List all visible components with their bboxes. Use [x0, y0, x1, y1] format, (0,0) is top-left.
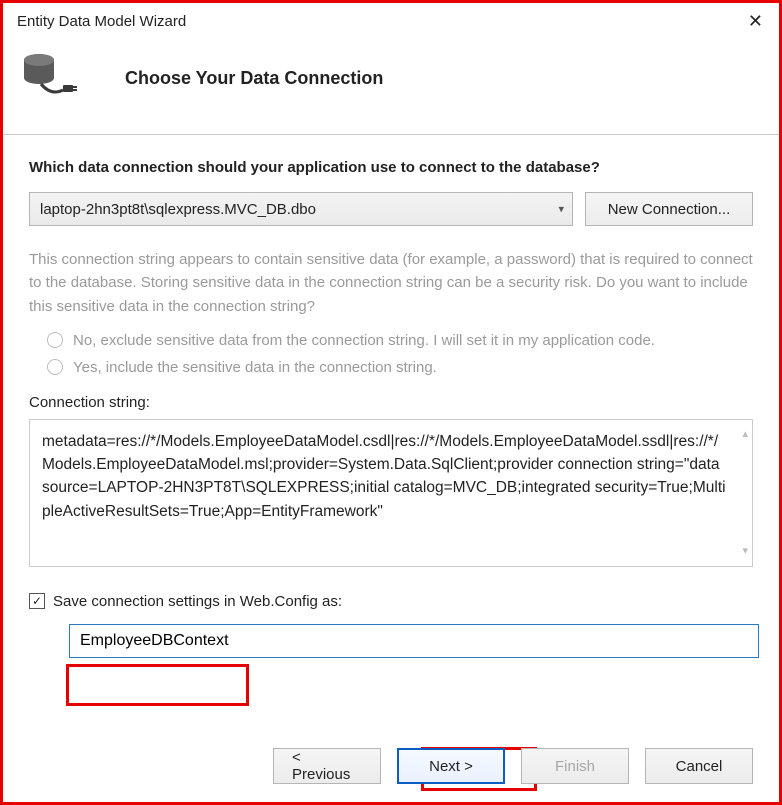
radio-include-label: Yes, include the sensitive data in the c…: [73, 359, 437, 376]
radio-exclude: No, exclude sensitive data from the conn…: [47, 332, 753, 349]
scroll-down-icon[interactable]: ▾: [742, 543, 748, 560]
radio-include: Yes, include the sensitive data in the c…: [47, 359, 753, 376]
wizard-header: Choose Your Data Connection: [3, 38, 779, 134]
context-name-input[interactable]: [69, 624, 759, 658]
save-checkbox[interactable]: ✓: [29, 593, 45, 609]
chevron-down-icon: ▾: [558, 203, 564, 216]
connection-row: laptop-2hn3pt8t\sqlexpress.MVC_DB.dbo ▾ …: [29, 192, 753, 226]
radio-exclude-label: No, exclude sensitive data from the conn…: [73, 332, 655, 349]
page-title: Choose Your Data Connection: [125, 68, 383, 89]
cancel-button[interactable]: Cancel: [645, 748, 753, 784]
connection-dropdown[interactable]: laptop-2hn3pt8t\sqlexpress.MVC_DB.dbo ▾: [29, 192, 573, 226]
titlebar: Entity Data Model Wizard ✕: [3, 3, 779, 38]
dropdown-selected: laptop-2hn3pt8t\sqlexpress.MVC_DB.dbo: [40, 201, 316, 218]
question-text: Which data connection should your applic…: [29, 159, 753, 176]
wizard-button-bar: < Previous Next > Finish Cancel: [3, 748, 779, 784]
save-settings-row: ✓ Save connection settings in Web.Config…: [29, 593, 753, 610]
content-area: Which data connection should your applic…: [3, 135, 779, 658]
save-checkbox-label: Save connection settings in Web.Config a…: [53, 593, 342, 610]
connection-string-box: metadata=res://*/Models.EmployeeDataMode…: [29, 419, 753, 567]
next-button[interactable]: Next >: [397, 748, 505, 784]
scroll-up-icon[interactable]: ▴: [742, 426, 748, 443]
finish-button: Finish: [521, 748, 629, 784]
window-title: Entity Data Model Wizard: [17, 13, 186, 30]
radio-icon: [47, 359, 63, 375]
connection-string-label: Connection string:: [29, 394, 753, 411]
context-name-wrap: [69, 624, 753, 658]
sensitive-data-note: This connection string appears to contai…: [29, 248, 753, 318]
previous-button[interactable]: < Previous: [273, 748, 381, 784]
database-plug-icon: [21, 52, 77, 104]
connection-string-text: metadata=res://*/Models.EmployeeDataMode…: [42, 433, 726, 520]
new-connection-button[interactable]: New Connection...: [585, 192, 753, 226]
wizard-window: Entity Data Model Wizard ✕ Choose Your D…: [0, 0, 782, 805]
close-icon[interactable]: ✕: [744, 11, 767, 32]
radio-icon: [47, 332, 63, 348]
highlight-context-name: [66, 664, 249, 706]
